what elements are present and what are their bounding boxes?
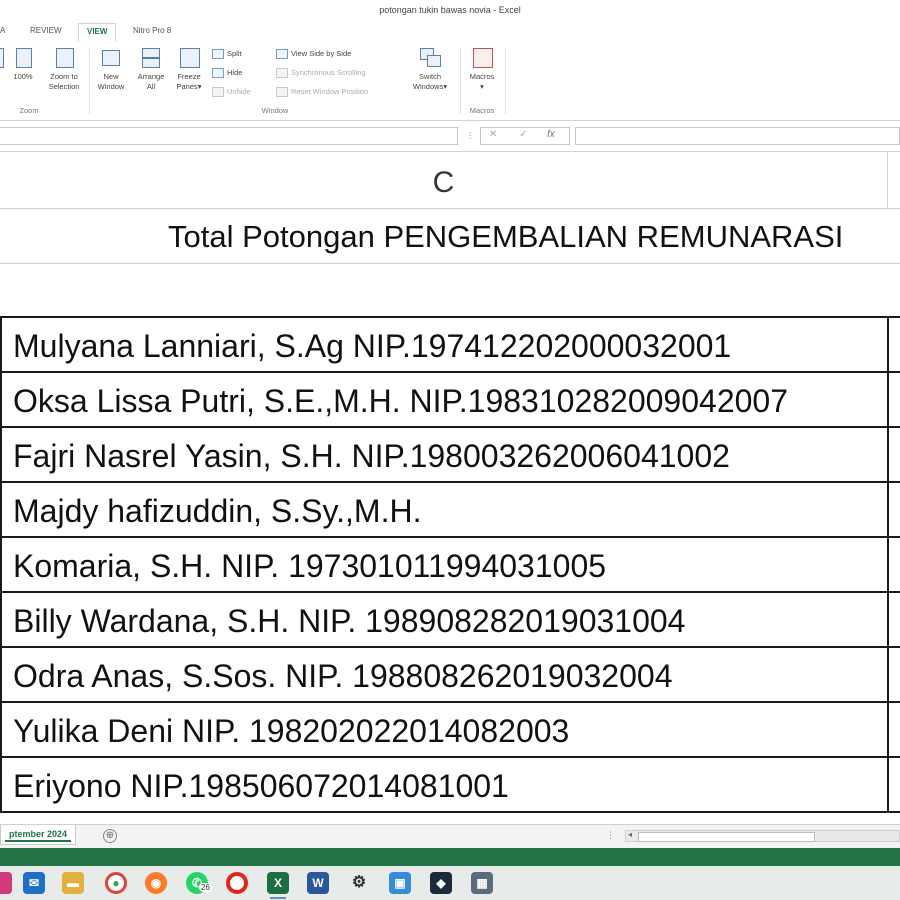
horizontal-scrollbar[interactable]: ◂ [625, 830, 900, 842]
splitter-handle-icon[interactable]: ⋮ [606, 830, 615, 841]
reset-window-position-button[interactable]: Reset Window Position [276, 85, 368, 99]
calculator-icon[interactable]: ▦ [471, 872, 493, 894]
table-row[interactable]: Fajri Nasrel Yasin, S.H. NIP.19800326200… [0, 428, 900, 483]
name-box-dropdown-icon[interactable]: ⋮ [466, 131, 474, 140]
table-row[interactable]: Odra Anas, S.Sos. NIP. 19880826201903200… [0, 648, 900, 703]
tab-view[interactable]: VIEW [78, 23, 117, 42]
taskbar: ✉ ▬ ● ◉ ✆ 26 X W ⚙ ▣ ◆ ▦ [0, 866, 900, 900]
tab-formulas-partial[interactable]: A [0, 26, 5, 35]
settings-gear-icon[interactable]: ⚙ [348, 872, 370, 894]
sheet-tab-active[interactable]: ptember 2024 [0, 825, 76, 845]
zoom-to-selection-button[interactable]: Zoom to Selection [44, 46, 84, 92]
chrome-icon[interactable]: ● [105, 872, 127, 894]
table-row[interactable]: Oksa Lissa Putri, S.E.,M.H. NIP.19831028… [0, 373, 900, 428]
title-row[interactable]: Total Potongan PENGEMBALIAN REMUNARASI [0, 209, 900, 264]
name-box[interactable] [0, 127, 458, 145]
formula-buttons: ✕ ✓ fx [480, 127, 570, 145]
file-explorer-icon[interactable]: ▬ [62, 872, 84, 894]
freeze-panes-icon [178, 46, 200, 70]
formula-input[interactable] [575, 127, 900, 145]
table-row[interactable]: Majdy hafizuddin, S.Sy.,M.H. [0, 483, 900, 538]
add-sheet-icon[interactable]: ⊕ [103, 829, 117, 843]
hide-button[interactable]: Hide [212, 66, 242, 80]
macros-button[interactable]: Macros ▾ [464, 46, 500, 92]
name-cell: Komaria, S.H. NIP. 197301011994031005 [13, 548, 607, 584]
macros-icon [471, 46, 493, 70]
empty-row[interactable] [0, 264, 900, 318]
table-row[interactable]: Billy Wardana, S.H. NIP. 198908282019031… [0, 593, 900, 648]
ribbon-tabs: A REVIEW VIEW Nitro Pro 8 [0, 22, 900, 43]
app-icon-partial[interactable] [0, 872, 12, 894]
tab-nitro-pro[interactable]: Nitro Pro 8 [133, 26, 171, 35]
ribbon-view: 100% Zoom to Selection Zoom New Window A… [0, 42, 900, 121]
enter-icon[interactable]: ✓ [519, 129, 527, 140]
group-label-macros: Macros [469, 106, 495, 115]
firefox-icon[interactable]: ◉ [145, 872, 167, 894]
column-header-c[interactable]: C [0, 166, 887, 200]
new-window-button[interactable]: New Window [94, 46, 128, 92]
cancel-icon[interactable]: ✕ [489, 129, 497, 140]
group-label-window: Window [261, 106, 289, 115]
split-button[interactable]: Split [212, 47, 242, 61]
table-row[interactable]: Eriyono NIP.198506072014081001 [0, 758, 900, 813]
split-icon [212, 49, 224, 60]
group-separator [505, 48, 506, 114]
scroll-left-icon[interactable]: ◂ [628, 830, 632, 839]
active-app-indicator [270, 897, 286, 899]
formula-bar: ⋮ ✕ ✓ fx [0, 121, 900, 152]
zoom-selection-icon [53, 46, 75, 70]
zoom-100-icon [12, 46, 34, 70]
security-shield-icon[interactable]: ◆ [430, 872, 452, 894]
switch-windows-icon [419, 46, 441, 70]
tab-review[interactable]: REVIEW [30, 26, 62, 35]
group-label-zoom: Zoom [19, 106, 39, 115]
opera-icon[interactable] [226, 872, 248, 894]
arrange-all-button[interactable]: Arrange All [134, 46, 168, 92]
window-title: potongan tukin bawas novia - Excel [379, 5, 521, 15]
mail-icon[interactable]: ✉ [23, 872, 45, 894]
title-cell: Total Potongan PENGEMBALIAN REMUNARASI [168, 219, 844, 254]
photos-icon[interactable]: ▣ [389, 872, 411, 894]
name-cell: Fajri Nasrel Yasin, S.H. NIP.19800326200… [13, 438, 730, 474]
name-cell: Majdy hafizuddin, S.Sy.,M.H. [13, 493, 422, 529]
hide-icon [212, 68, 224, 79]
excel-icon[interactable]: X [267, 872, 289, 894]
name-cell: Eriyono NIP.198506072014081001 [13, 768, 509, 804]
arrange-all-icon [140, 46, 162, 70]
name-cell: Mulyana Lanniari, S.Ag NIP.1974122020000… [13, 328, 732, 364]
zoom-100-button[interactable]: 100% [6, 46, 40, 82]
reset-position-icon [276, 87, 288, 98]
switch-windows-button[interactable]: Switch Windows▾ [406, 46, 454, 92]
group-separator [460, 48, 461, 114]
group-separator [89, 48, 90, 114]
scrollbar-thumb[interactable] [638, 832, 815, 842]
title-bar: potongan tukin bawas novia - Excel [0, 0, 900, 22]
unhide-icon [212, 87, 224, 98]
side-by-side-icon [276, 49, 288, 60]
status-bar [0, 848, 900, 866]
unhide-button[interactable]: Unhide [212, 85, 251, 99]
freeze-panes-button[interactable]: Freeze Panes▾ [172, 46, 206, 92]
word-icon[interactable]: W [307, 872, 329, 894]
column-header-row: C [0, 152, 900, 209]
view-side-by-side-button[interactable]: View Side by Side [276, 47, 351, 61]
name-cell: Billy Wardana, S.H. NIP. 198908282019031… [13, 603, 686, 639]
table-row[interactable]: Mulyana Lanniari, S.Ag NIP.1974122020000… [0, 318, 900, 373]
table-row[interactable]: Komaria, S.H. NIP. 197301011994031005 [0, 538, 900, 593]
name-cell: Oksa Lissa Putri, S.E.,M.H. NIP.19831028… [13, 383, 788, 419]
synchronous-scrolling-button[interactable]: Synchronous Scrolling [276, 66, 366, 80]
sheet-tab-bar: ptember 2024 ⊕ ⋮ ◂ [0, 824, 900, 849]
name-cell: Odra Anas, S.Sos. NIP. 19880826201903200… [13, 658, 673, 694]
table-row[interactable]: Yulika Deni NIP. 198202022014082003 [0, 703, 900, 758]
name-cell: Yulika Deni NIP. 198202022014082003 [13, 713, 570, 749]
whatsapp-badge: 26 [199, 883, 212, 892]
insert-function-icon[interactable]: fx [547, 129, 555, 140]
new-window-icon [100, 46, 122, 70]
sync-scroll-icon [276, 68, 288, 79]
column-divider [887, 152, 888, 208]
